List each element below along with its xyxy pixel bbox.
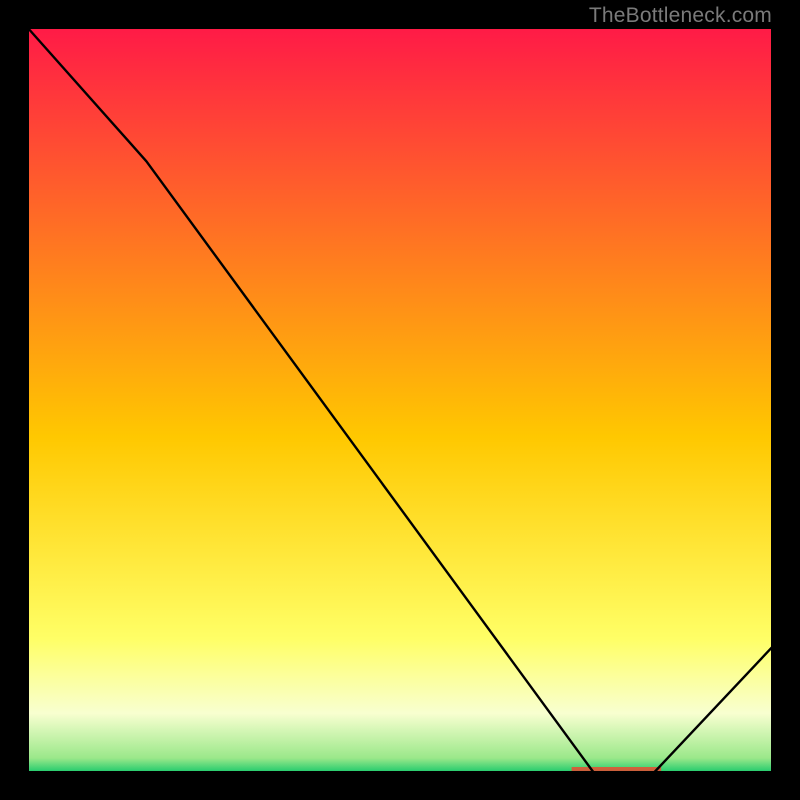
chart-border xyxy=(27,27,773,773)
chart-line-layer xyxy=(27,27,773,773)
chart-line xyxy=(27,27,773,773)
chart-frame xyxy=(27,27,773,773)
watermark-text: TheBottleneck.com xyxy=(589,4,772,28)
